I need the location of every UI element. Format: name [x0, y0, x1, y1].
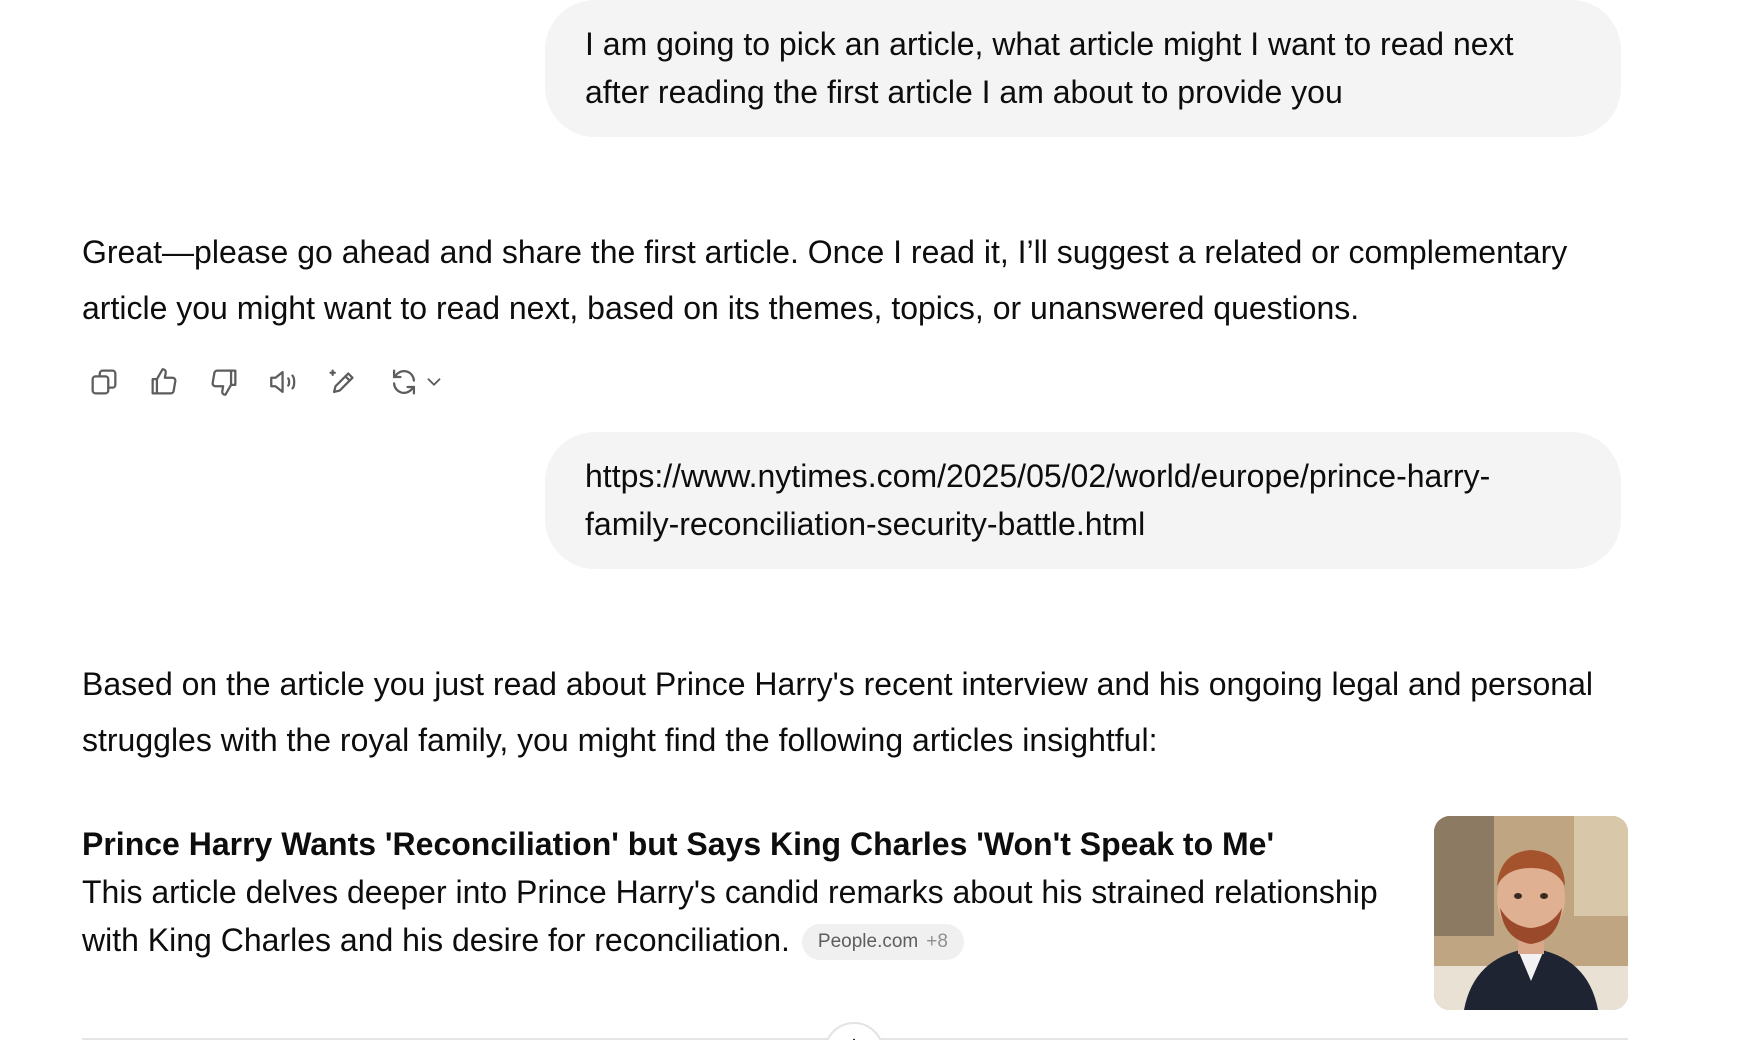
read-aloud-button[interactable] — [260, 361, 308, 403]
scroll-down-button[interactable] — [824, 1022, 884, 1040]
regenerate-button[interactable] — [380, 361, 452, 403]
thumbs-up-icon — [151, 368, 177, 395]
user-message: https://www.nytimes.com/2025/05/02/world… — [545, 432, 1621, 569]
article-description: This article delves deeper into Prince H… — [82, 868, 1422, 964]
source-name: People.com — [817, 931, 919, 952]
assistant-message: Based on the article you just read about… — [82, 656, 1642, 768]
regenerate-icon — [392, 369, 416, 395]
chat-page: I am going to pick an article, what arti… — [0, 0, 1760, 1040]
copy-button[interactable] — [80, 361, 128, 403]
message-action-bar — [80, 361, 464, 403]
chevron-down-icon — [427, 378, 441, 386]
user-message-text: I am going to pick an article, what arti… — [585, 26, 1514, 110]
user-message: I am going to pick an article, what arti… — [545, 0, 1621, 137]
edit-icon — [329, 369, 354, 394]
thumbs-down-button[interactable] — [200, 361, 248, 403]
source-citation-pill[interactable]: People.com +8 — [801, 924, 964, 960]
copy-icon — [91, 369, 117, 395]
user-message-text: https://www.nytimes.com/2025/05/02/world… — [585, 458, 1491, 542]
assistant-message-text: Great—please go ahead and share the firs… — [82, 234, 1568, 326]
arrow-down-icon — [853, 1038, 855, 1040]
assistant-message-text: Based on the article you just read about… — [82, 666, 1593, 758]
article-thumbnail-image — [1434, 816, 1628, 1010]
article-title[interactable]: Prince Harry Wants 'Reconciliation' but … — [82, 820, 1422, 868]
read-aloud-icon — [270, 370, 296, 394]
source-count: +8 — [926, 931, 948, 952]
assistant-message: Great—please go ahead and share the firs… — [82, 224, 1642, 336]
edit-button[interactable] — [320, 361, 368, 403]
article-recommendation: Prince Harry Wants 'Reconciliation' but … — [82, 814, 1422, 964]
thumbs-up-button[interactable] — [140, 361, 188, 403]
thumbs-down-icon — [211, 369, 237, 396]
article-thumbnail[interactable] — [1434, 816, 1628, 1010]
article-description-text: This article delves deeper into Prince H… — [82, 874, 1378, 958]
